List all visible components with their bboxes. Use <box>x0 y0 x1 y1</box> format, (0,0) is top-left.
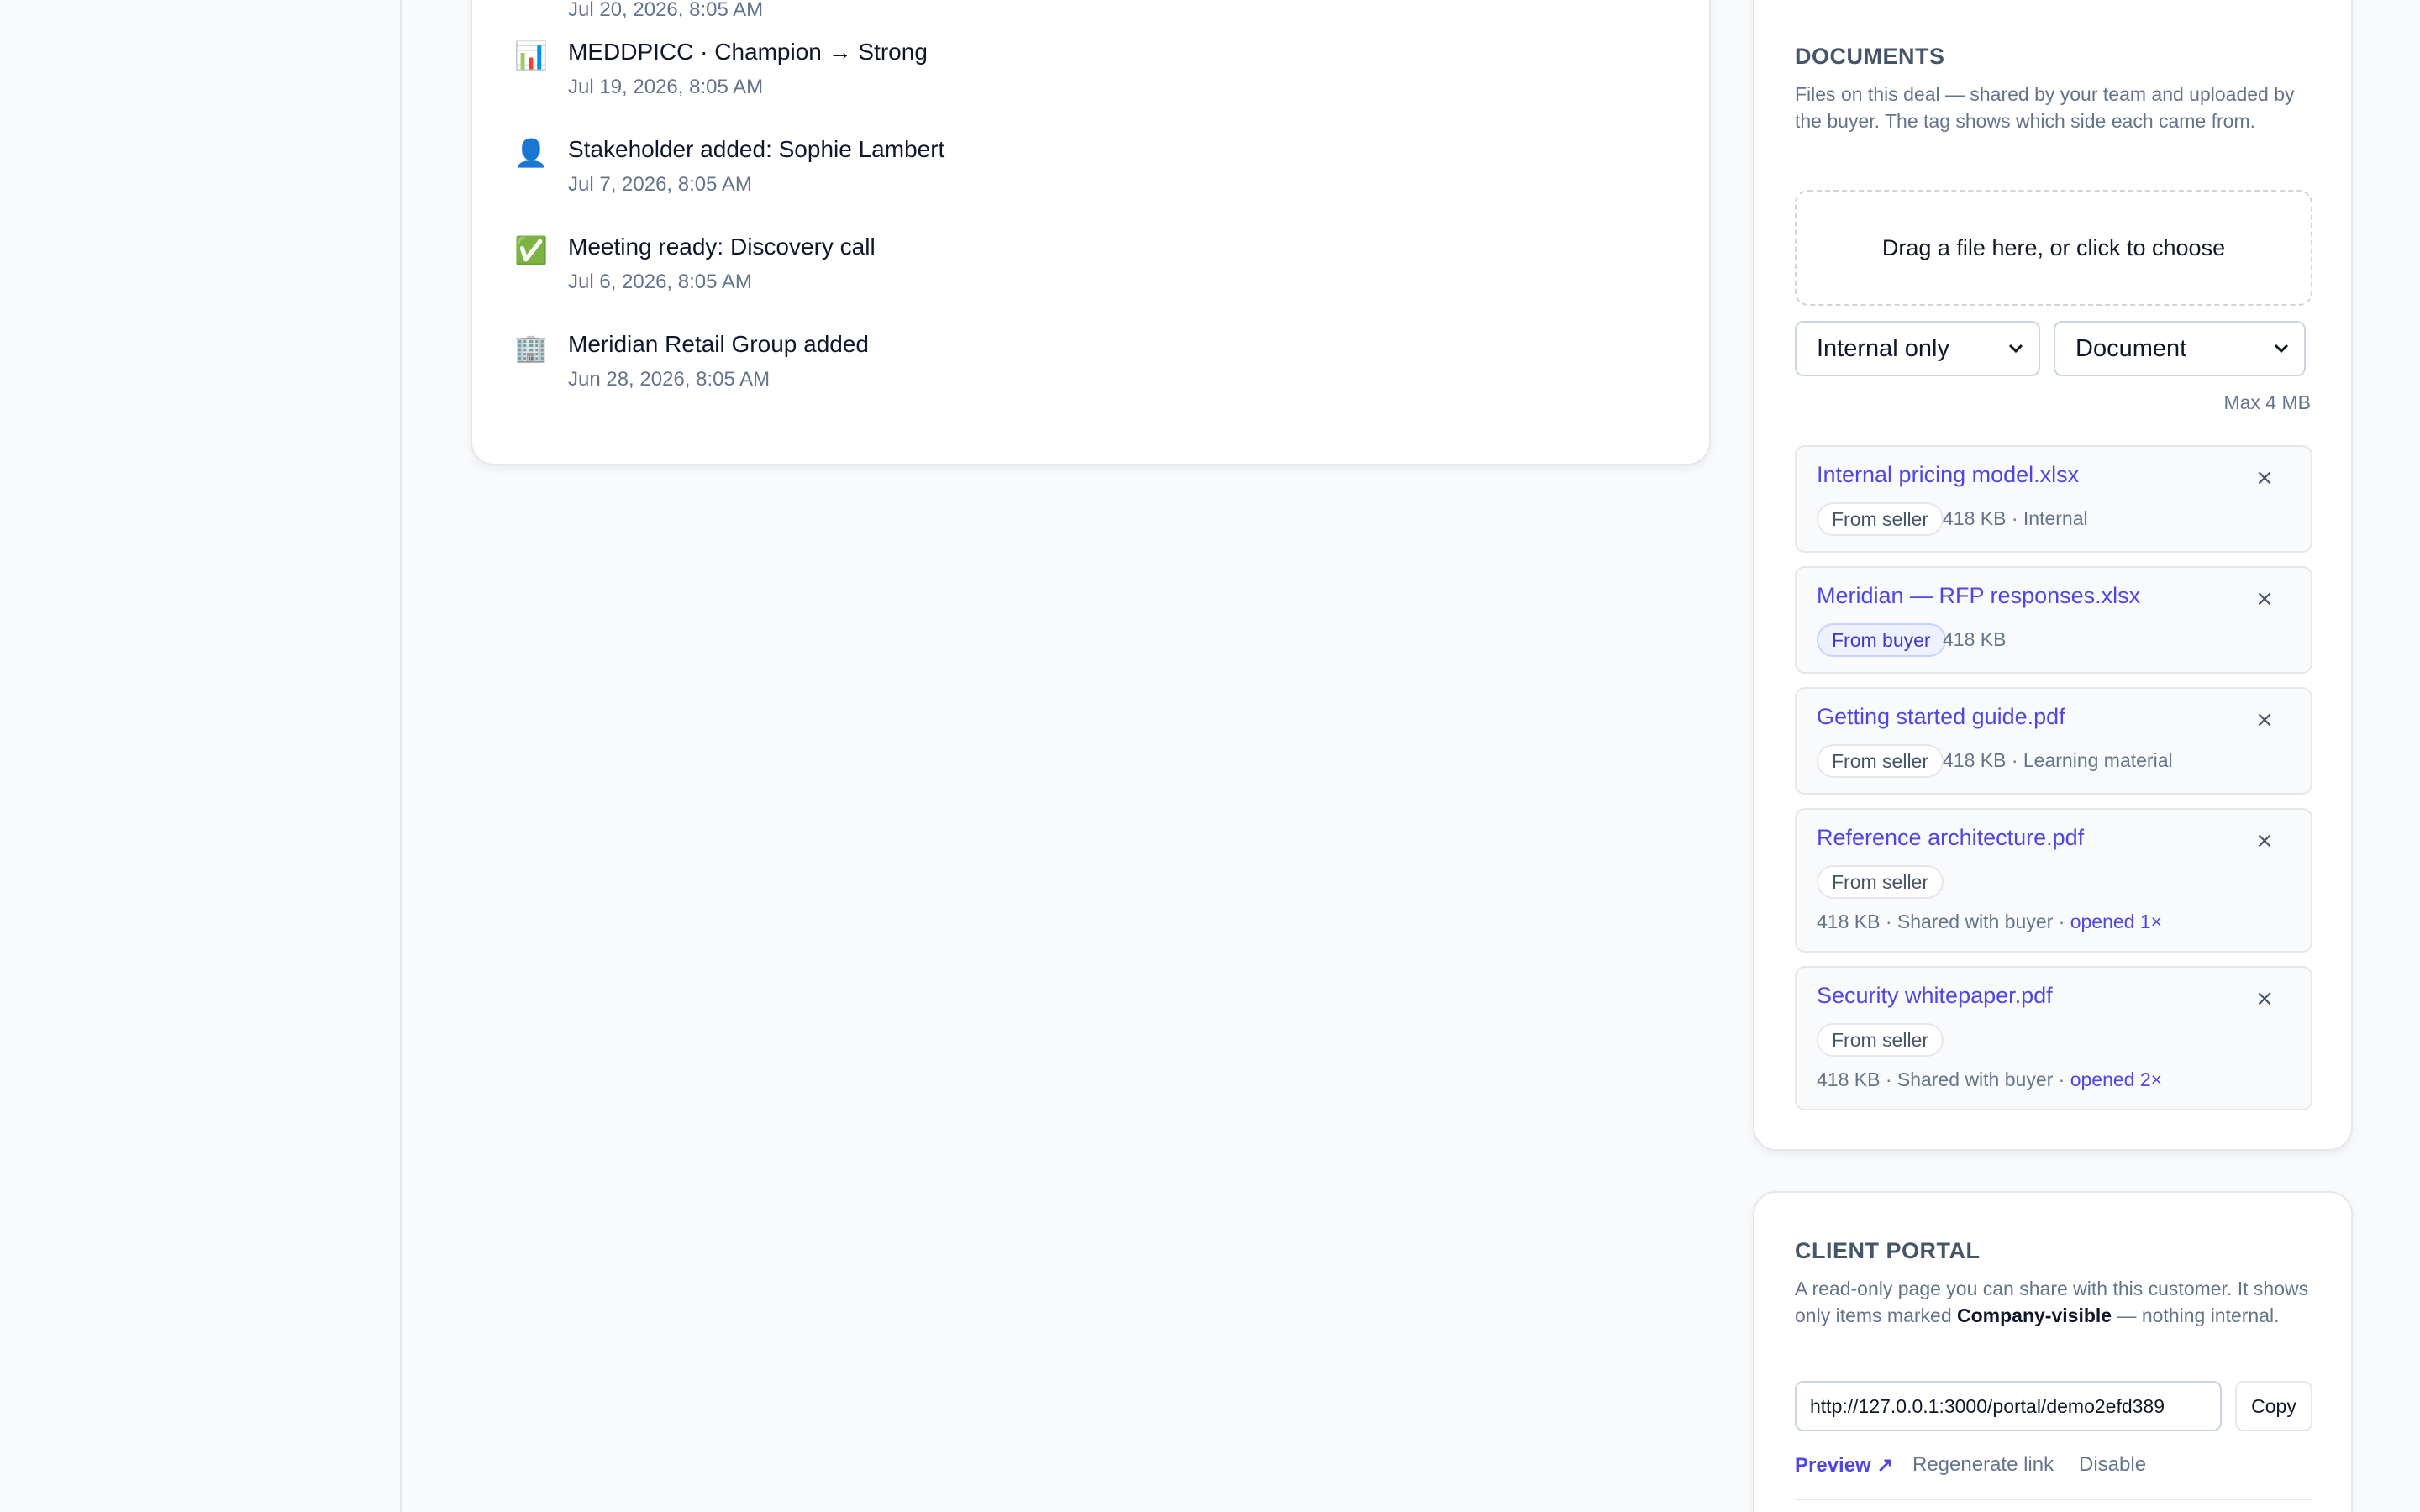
portal-url-field[interactable]: http://127.0.0.1:3000/portal/demo2efd389 <box>1795 1381 2222 1431</box>
source-tag: From seller <box>1817 865 1944 899</box>
remove-document-icon[interactable]: × <box>2252 586 2277 612</box>
sidebar <box>0 0 402 1512</box>
document-link[interactable]: Meridian — RFP responses.xlsx <box>1817 583 2140 609</box>
client-portal-card: CLIENT PORTAL A read-only page you can s… <box>1753 1191 2353 1512</box>
document-meta: 418 KB · Learning material <box>1943 749 2173 771</box>
documents-heading: DOCUMENTS <box>1795 44 1945 69</box>
timeline-item-time: Jul 20, 2026, 8:05 AM <box>568 0 764 21</box>
document-link[interactable]: Internal pricing model.xlsx <box>1817 462 2079 488</box>
remove-document-icon[interactable]: × <box>2252 986 2277 1011</box>
document-link[interactable]: Getting started guide.pdf <box>1817 704 2065 730</box>
user-icon: 👤 <box>514 137 548 169</box>
document-type-select[interactable]: Document <box>2054 321 2306 376</box>
source-tag: From buyer <box>1817 623 1946 657</box>
check-icon: ✅ <box>514 234 548 266</box>
client-portal-description: A read-only page you can share with this… <box>1795 1275 2316 1329</box>
document-item: Internal pricing model.xlsx × From selle… <box>1795 445 2312 553</box>
document-meta: 418 KB · Shared with buyer · opened 2× <box>1817 1068 2162 1091</box>
timeline-item-time: Jul 6, 2026, 8:05 AM <box>568 270 752 293</box>
document-item: Reference architecture.pdf × From seller… <box>1795 808 2312 953</box>
remove-document-icon[interactable]: × <box>2252 828 2277 853</box>
chevron-down-icon <box>2274 344 2289 354</box>
remove-document-icon[interactable]: × <box>2252 707 2277 732</box>
timeline-item-title: Meeting ready: Discovery call <box>568 234 876 260</box>
opened-count: opened 2× <box>2070 1068 2163 1090</box>
document-item: Getting started guide.pdf × From seller … <box>1795 687 2312 795</box>
document-meta: 418 KB · Internal <box>1943 507 2088 529</box>
timeline-item-time: Jun 28, 2026, 8:05 AM <box>568 368 771 391</box>
documents-description: Files on this deal — shared by your team… <box>1795 83 2295 132</box>
timeline-item-time: Jul 19, 2026, 8:05 AM <box>568 76 764 98</box>
file-dropzone[interactable]: Drag a file here, or click to choose <box>1795 190 2312 306</box>
source-tag: From seller <box>1817 502 1944 536</box>
portal-desc-bold: Company-visible <box>1957 1305 2112 1326</box>
opened-count: opened 1× <box>2070 911 2163 932</box>
regenerate-link-button[interactable]: Regenerate link <box>1912 1453 2054 1477</box>
copy-button[interactable]: Copy <box>2235 1381 2312 1431</box>
document-meta: 418 KB · Shared with buyer · opened 1× <box>1817 911 2162 933</box>
timeline-item-title: Stakeholder added: Sophie Lambert <box>568 136 945 162</box>
building-icon: 🏢 <box>514 332 548 364</box>
timeline-item-title: Meridian Retail Group added <box>568 331 869 357</box>
document-meta: 418 KB <box>1943 628 2007 650</box>
preview-link[interactable]: Preview ↗ <box>1795 1453 1894 1478</box>
documents-card: DOCUMENTS Files on this deal — shared by… <box>1753 0 2353 1151</box>
timeline-item-title: MEDDPICC · Champion → Strong <box>568 39 928 65</box>
source-tag: From seller <box>1817 744 1944 778</box>
source-tag: From seller <box>1817 1023 1944 1057</box>
bar-chart-icon: 📊 <box>514 39 548 71</box>
visibility-select-value: Internal only <box>1817 334 1949 362</box>
divider <box>1795 1499 2312 1500</box>
document-link[interactable]: Security whitepaper.pdf <box>1817 983 2053 1009</box>
document-item: Security whitepaper.pdf × From seller 41… <box>1795 966 2312 1110</box>
client-portal-heading: CLIENT PORTAL <box>1795 1238 1981 1263</box>
disable-portal-button[interactable]: Disable <box>2079 1453 2146 1477</box>
portal-desc-text: — nothing internal. <box>2112 1305 2280 1326</box>
visibility-select[interactable]: Internal only <box>1795 321 2040 376</box>
max-file-size: Max 4 MB <box>2223 391 2311 413</box>
document-meta-text: 418 KB · Shared with buyer · <box>1817 1068 2070 1090</box>
chevron-down-icon <box>2008 344 2023 354</box>
timeline-item-time: Jul 7, 2026, 8:05 AM <box>568 173 752 196</box>
document-link[interactable]: Reference architecture.pdf <box>1817 825 2084 851</box>
activity-timeline-card: ✅ Jul 20, 2026, 8:05 AM 📊 MEDDPICC · Cha… <box>471 0 1711 465</box>
dropzone-label: Drag a file here, or click to choose <box>1881 234 2226 260</box>
document-type-select-value: Document <box>2075 334 2187 362</box>
remove-document-icon[interactable]: × <box>2252 465 2277 491</box>
document-item: Meridian — RFP responses.xlsx × From buy… <box>1795 566 2312 674</box>
document-meta-text: 418 KB · Shared with buyer · <box>1817 911 2070 932</box>
